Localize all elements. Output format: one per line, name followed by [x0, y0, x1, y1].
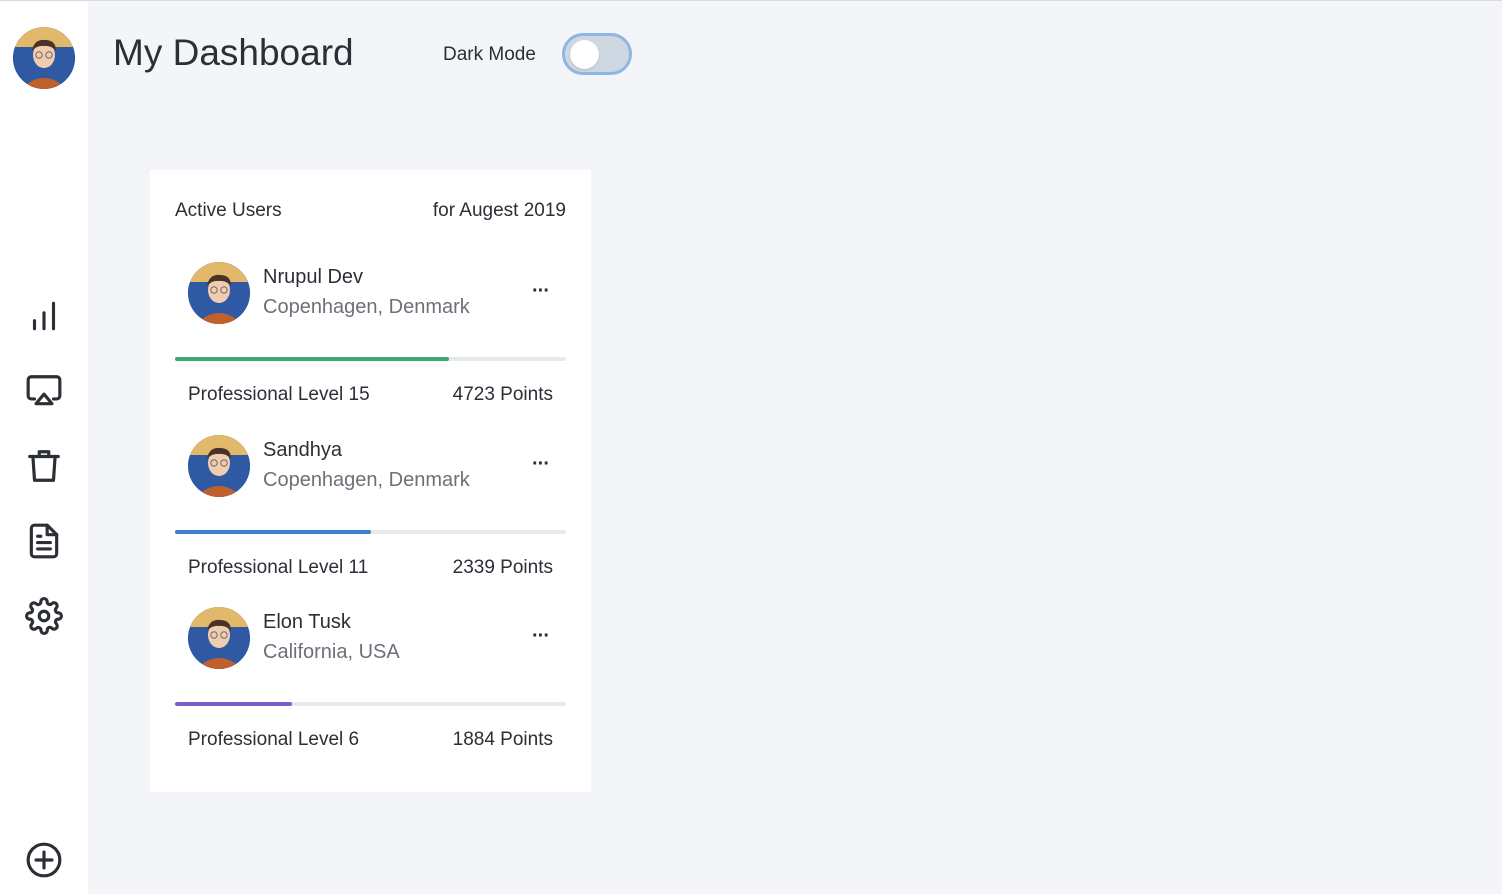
progress-track	[175, 702, 566, 706]
user-location: Copenhagen, Denmark	[263, 469, 470, 491]
user-level: Professional Level 11	[188, 557, 369, 578]
user-location: Copenhagen, Denmark	[263, 296, 470, 318]
user-avatar	[188, 607, 250, 669]
dark-mode-toggle[interactable]	[562, 33, 632, 75]
card-header: Active Users for Augest 2019	[175, 200, 566, 222]
progress-track	[175, 357, 566, 361]
active-users-card: Active Users for Augest 2019 Nrupul Dev …	[150, 170, 591, 792]
settings-icon[interactable]	[24, 596, 64, 636]
page-title: My Dashboard	[113, 32, 354, 73]
profile-avatar[interactable]	[13, 27, 75, 89]
sidebar	[0, 1, 88, 894]
user-points: 2339 Points	[452, 557, 553, 578]
user-row: Nrupul Dev Copenhagen, Denmark ··· Profe…	[150, 262, 591, 434]
card-title: Active Users	[175, 200, 282, 221]
user-name: Elon Tusk	[263, 611, 351, 633]
more-options-icon[interactable]: ···	[532, 453, 550, 476]
add-circle-icon[interactable]	[24, 840, 64, 880]
user-points: 4723 Points	[452, 384, 553, 405]
dark-mode-label: Dark Mode	[443, 44, 536, 65]
bar-chart-icon[interactable]	[24, 296, 64, 336]
more-options-icon[interactable]: ···	[532, 280, 550, 303]
user-name: Sandhya	[263, 439, 342, 461]
user-level: Professional Level 15	[188, 384, 370, 405]
cast-icon[interactable]	[24, 371, 64, 411]
progress-fill	[175, 702, 293, 706]
user-location: California, USA	[263, 641, 400, 663]
document-icon[interactable]	[24, 521, 64, 561]
progress-fill	[175, 357, 449, 361]
card-period: for Augest 2019	[432, 200, 566, 221]
user-avatar	[188, 435, 250, 497]
progress-fill	[175, 530, 371, 534]
user-points: 1884 Points	[452, 729, 553, 750]
more-options-icon[interactable]: ···	[532, 625, 550, 648]
toggle-knob	[570, 40, 599, 69]
user-level: Professional Level 6	[188, 729, 360, 750]
user-name: Nrupul Dev	[263, 266, 364, 288]
trash-icon[interactable]	[24, 446, 64, 486]
user-row: Sandhya Copenhagen, Denmark ··· Professi…	[150, 435, 591, 607]
user-avatar	[188, 262, 250, 324]
progress-track	[175, 530, 566, 534]
user-row: Elon Tusk California, USA ··· Profession…	[150, 607, 591, 779]
top-border	[0, 0, 1502, 1]
